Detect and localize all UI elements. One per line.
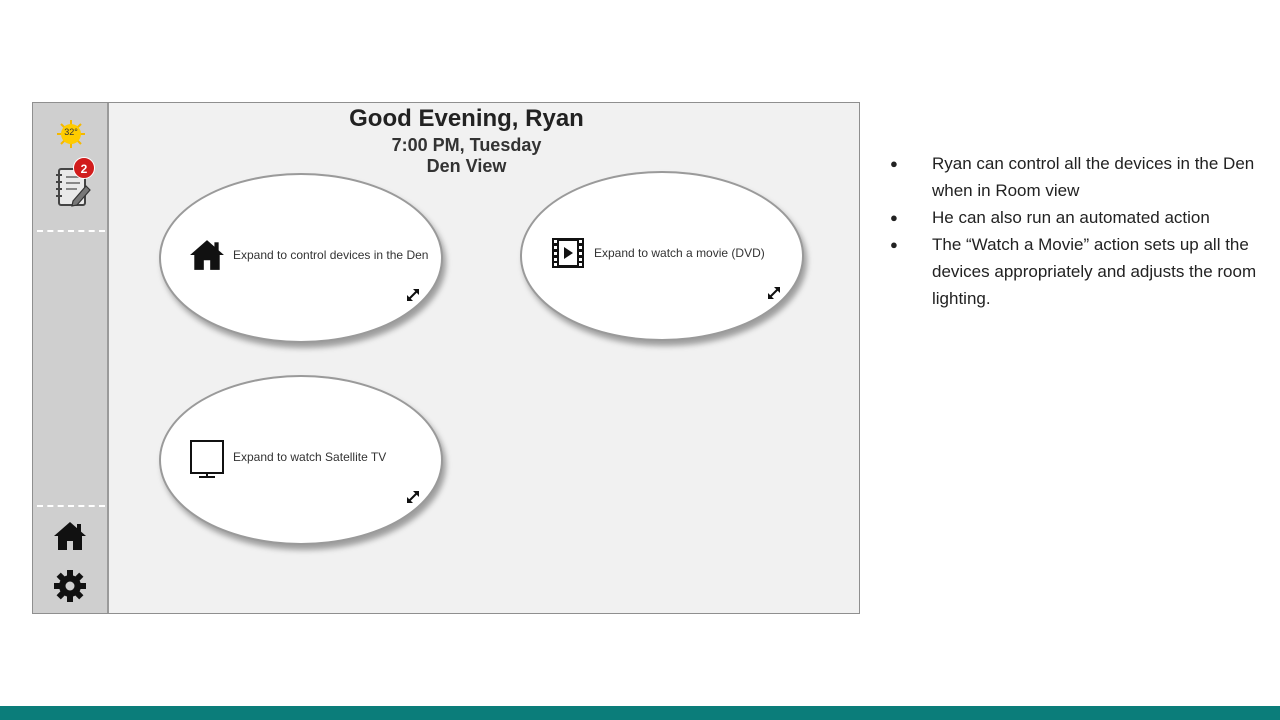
note-item: ● He can also run an automated action [890, 204, 1275, 231]
home-icon [54, 522, 86, 550]
notification-badge: 2 [73, 157, 95, 179]
home-button[interactable] [53, 519, 87, 553]
note-text: The “Watch a Movie” action sets up all t… [932, 235, 1257, 308]
movie-icon [552, 238, 584, 268]
tile-den-devices-icon [189, 237, 225, 273]
tv-icon [190, 440, 224, 478]
weather-widget[interactable]: 32° [56, 119, 86, 149]
note-item: ● Ryan can control all the devices in th… [890, 150, 1275, 204]
note-text: He can also run an automated action [932, 208, 1210, 227]
tile-watch-movie[interactable]: Expand to watch a movie (DVD) [520, 171, 804, 341]
sidebar-divider-bottom [37, 505, 105, 507]
tile-satellite-tv-icon [189, 439, 225, 478]
note-text: Ryan can control all the devices in the … [932, 154, 1255, 200]
slide-notes: ● Ryan can control all the devices in th… [890, 150, 1275, 312]
expand-icon[interactable] [405, 287, 421, 303]
view-name: Den View [426, 156, 507, 176]
expand-icon[interactable] [766, 285, 782, 301]
note-item: ● The “Watch a Movie” action sets up all… [890, 231, 1275, 312]
tile-den-devices[interactable]: Expand to control devices in the Den [159, 173, 443, 343]
bullet-icon: ● [890, 237, 898, 252]
time-display: 7:00 PM, Tuesday [391, 135, 542, 155]
bullet-icon: ● [890, 156, 898, 171]
header: Good Evening, Ryan 7:00 PM, Tuesday Den … [109, 103, 824, 177]
footer-accent-bar [0, 706, 1280, 720]
bullet-icon: ● [890, 210, 898, 225]
expand-icon[interactable] [405, 489, 421, 505]
sidebar-divider-top [37, 230, 105, 232]
gear-icon [54, 570, 86, 602]
tile-satellite-tv[interactable]: Expand to watch Satellite TV [159, 375, 443, 545]
tile-den-devices-label: Expand to control devices in the Den [233, 248, 429, 262]
tile-watch-movie-label: Expand to watch a movie (DVD) [594, 246, 765, 260]
weather-temperature: 32° [64, 127, 78, 137]
tile-watch-movie-icon [550, 235, 586, 271]
greeting-title: Good Evening, Ryan [349, 105, 584, 132]
sidebar: 32° 2 [33, 103, 109, 613]
settings-button[interactable] [53, 569, 87, 603]
smart-home-panel: 32° 2 Good Evening, Ryan 7:00 PM, Tuesda… [32, 102, 860, 614]
home-icon [190, 240, 224, 270]
tile-satellite-tv-label: Expand to watch Satellite TV [233, 450, 387, 464]
